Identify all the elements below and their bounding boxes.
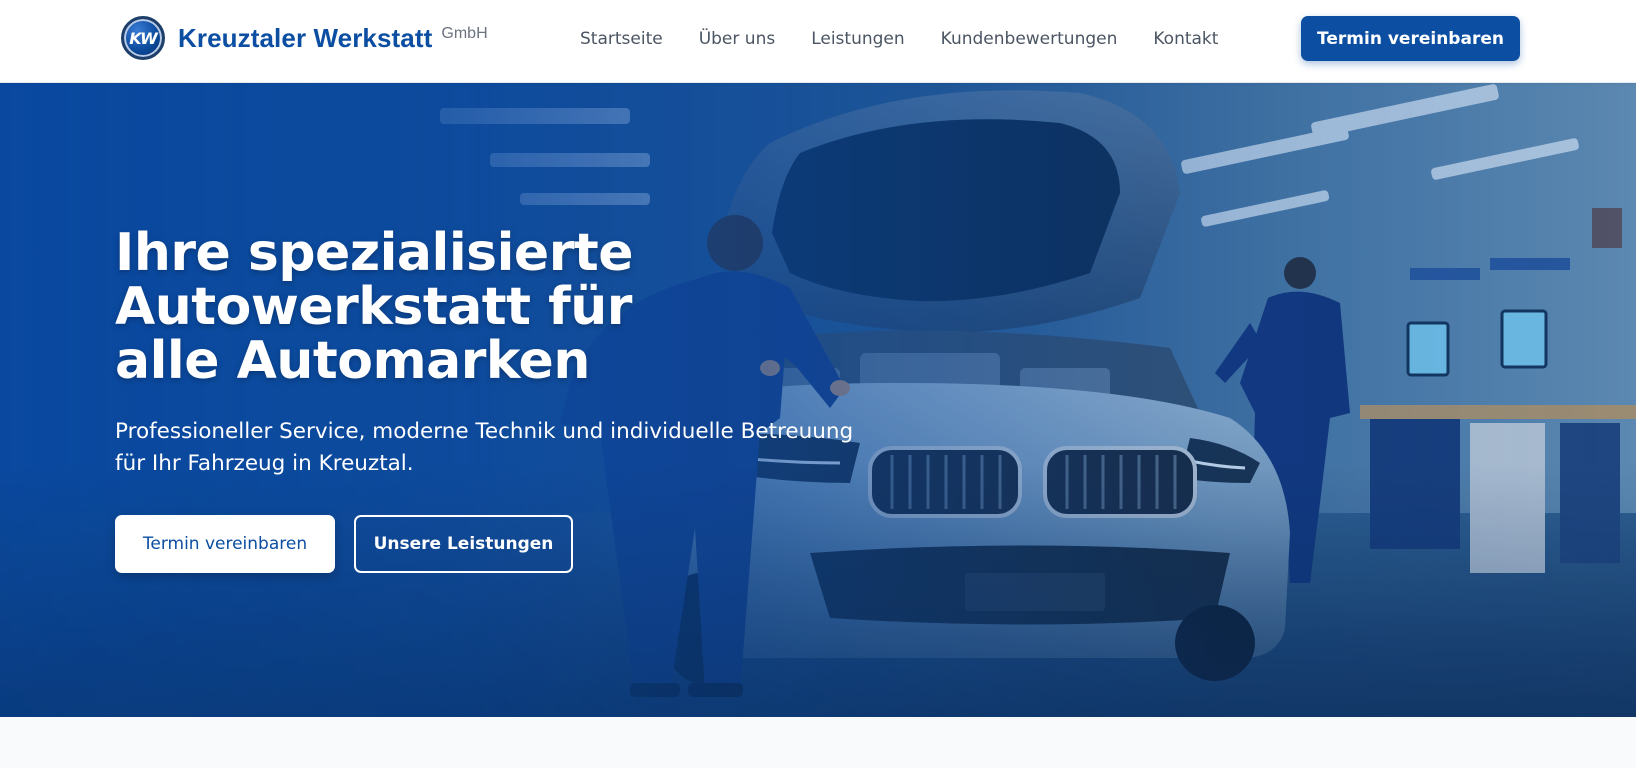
hero-actions: Termin vereinbaren Unsere Leistungen (115, 515, 875, 573)
nav-link-ueber-uns[interactable]: Über uns (699, 29, 776, 49)
nav-link-startseite[interactable]: Startseite (580, 29, 663, 49)
next-section (0, 717, 1636, 768)
hero-section: Ihre spezialisierte Autowerkstatt für al… (0, 83, 1636, 717)
nav-link-kontakt[interactable]: Kontakt (1153, 29, 1218, 49)
hero-services-button[interactable]: Unsere Leistungen (354, 515, 573, 573)
hero-appointment-button[interactable]: Termin vereinbaren (115, 515, 335, 573)
nav-link-leistungen[interactable]: Leistungen (811, 29, 904, 49)
hero-title: Ihre spezialisierte Autowerkstatt für al… (115, 223, 633, 391)
brand-suffix: GmbH (441, 24, 488, 42)
main-navigation: Startseite Über uns Leistungen Kundenbew… (580, 26, 1218, 52)
site-header: KW Kreuztaler Werkstatt GmbH Startseite … (0, 0, 1636, 83)
kw-logo-icon: KW (121, 16, 165, 60)
brand-name: Kreuztaler Werkstatt (178, 22, 433, 53)
brand-logo[interactable]: KW Kreuztaler Werkstatt GmbH (121, 15, 488, 61)
hero-subtitle: Professioneller Service, moderne Technik… (115, 419, 854, 476)
nav-link-kundenbewertungen[interactable]: Kundenbewertungen (941, 29, 1118, 49)
hero-content: Ihre spezialisierte Autowerkstatt für al… (115, 226, 875, 573)
header-appointment-button[interactable]: Termin vereinbaren (1301, 16, 1520, 61)
